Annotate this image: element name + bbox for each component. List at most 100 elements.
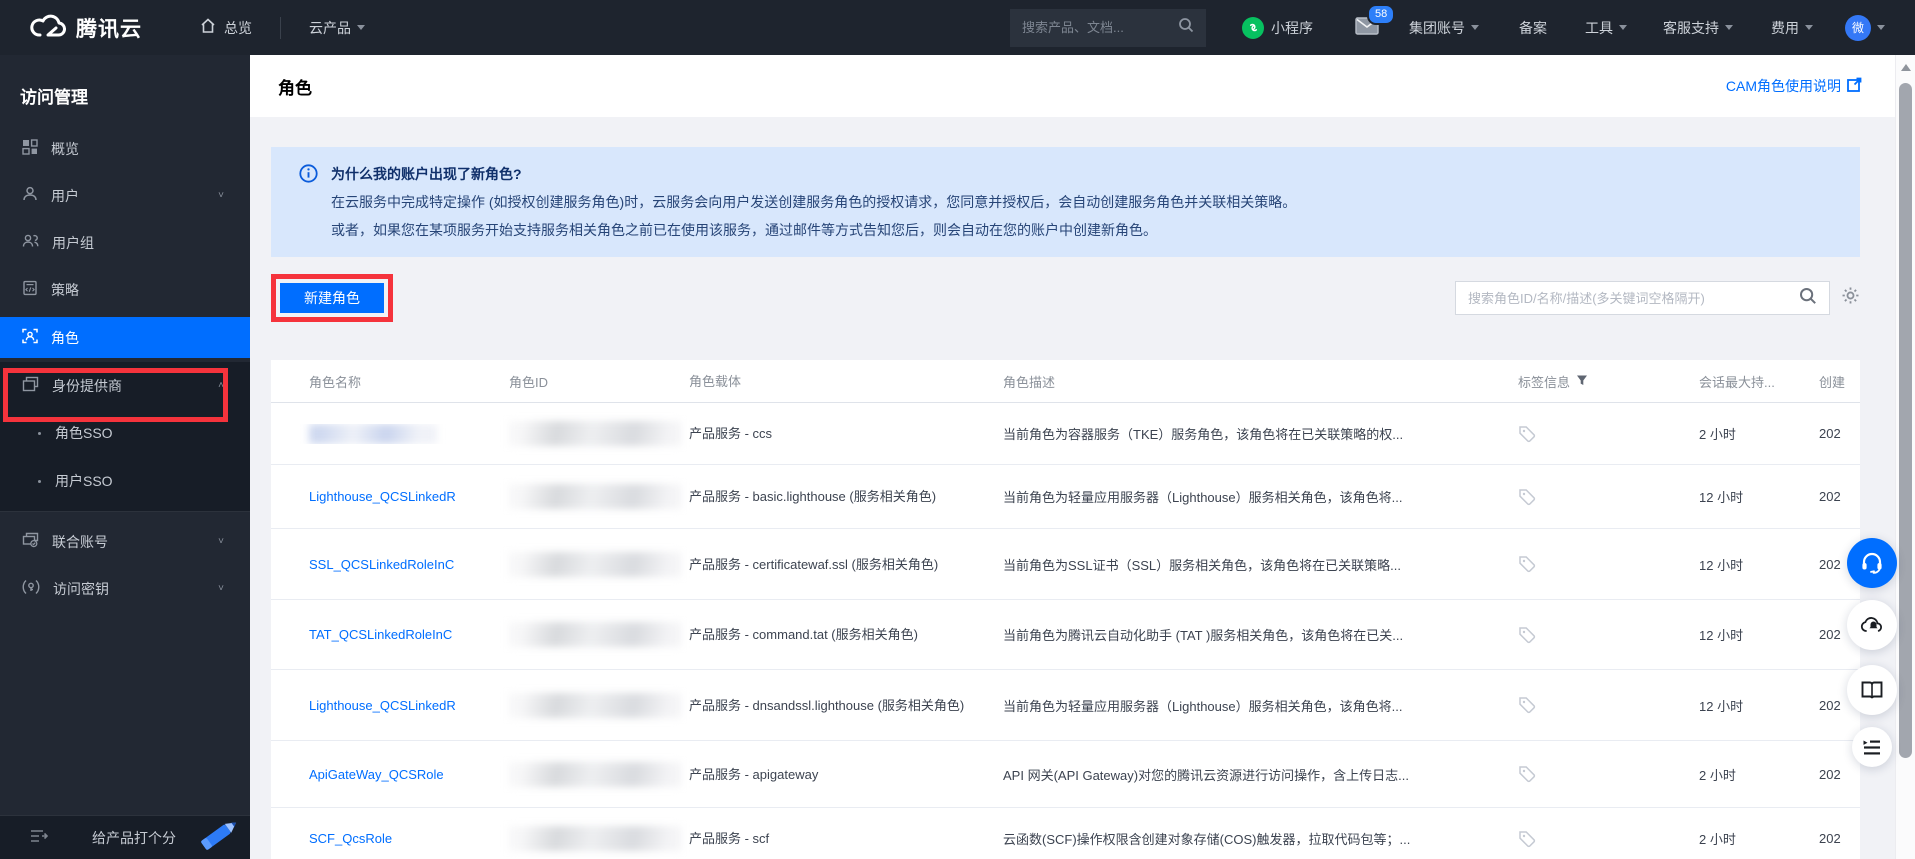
page-header: 角色 CAM角色使用说明 — [250, 55, 1895, 117]
cam-doc-link[interactable]: CAM角色使用说明 — [1726, 76, 1862, 96]
role-search-box[interactable] — [1455, 281, 1830, 315]
announcements-button[interactable] — [1847, 600, 1897, 650]
sidebar-item-users[interactable]: 用户 ˅ — [0, 172, 250, 219]
role-tags-cell[interactable] — [1518, 765, 1685, 783]
role-created-cell: 202 — [1819, 426, 1841, 441]
banner-title: 为什么我的账户出现了新角色? — [331, 166, 522, 182]
role-name-cell[interactable]: ApiGateWay_QCSRole — [271, 767, 509, 782]
role-name-cell[interactable] — [271, 423, 509, 444]
main-content: 为什么我的账户出现了新角色? 在云服务中完成特定操作 (如授权创建服务角色)时，… — [250, 117, 1895, 859]
role-id-cell — [509, 761, 689, 787]
sidebar-item-overview[interactable]: 概览 — [0, 125, 250, 172]
sidebar-item-user-groups[interactable]: 用户组 — [0, 219, 250, 266]
sidebar-item-access-keys[interactable]: 访问密钥 ˅ — [0, 565, 250, 612]
table-row: Lighthouse_QCSLinkedR 产品服务 - dnsandssl.l… — [271, 670, 1860, 741]
role-search-input[interactable] — [1468, 290, 1799, 306]
sidebar-item-label: 用户SSO — [55, 473, 113, 489]
scrollbar-thumb[interactable] — [1899, 83, 1912, 758]
nav-overview[interactable]: 总览 — [200, 18, 252, 38]
nav-group-account[interactable]: 集团账号 — [1409, 18, 1479, 38]
table-settings-gear-icon[interactable] — [1841, 286, 1860, 310]
nav-support-label: 客服支持 — [1663, 19, 1719, 36]
cloud-bell-icon — [1860, 617, 1882, 632]
sidebar-footer-rate[interactable]: 给产品打个分 — [0, 815, 250, 859]
pencil-illustration — [192, 814, 244, 859]
role-tags-cell[interactable] — [1518, 830, 1685, 848]
col-role-id: 角色ID — [509, 374, 549, 390]
role-carrier-cell: 产品服务 - dnsandssl.lighthouse (服务相关角色) — [689, 697, 965, 713]
customer-service-button[interactable] — [1847, 538, 1897, 588]
role-desc-cell: 当前角色为轻量应用服务器（Lighthouse）服务相关角色，该角色将... — [1003, 490, 1403, 505]
page-scrollbar[interactable] — [1895, 55, 1915, 859]
nav-messages[interactable]: 58 — [1355, 4, 1396, 38]
avatar[interactable]: 微 — [1845, 14, 1871, 41]
role-name-cell[interactable]: Lighthouse_QCSLinkedR — [271, 698, 509, 713]
sidebar-item-policies[interactable]: 策略 — [0, 266, 250, 313]
sidebar-item-role-sso[interactable]: 角色SSO — [0, 409, 250, 457]
search-icon[interactable] — [1799, 287, 1817, 310]
nav-support[interactable]: 客服支持 — [1663, 18, 1733, 38]
col-tags: 标签信息 — [1518, 372, 1685, 391]
info-banner: 为什么我的账户出现了新角色? 在云服务中完成特定操作 (如授权创建服务角色)时，… — [271, 147, 1860, 257]
role-tags-cell[interactable] — [1518, 626, 1685, 644]
role-name-link[interactable]: TAT_QCSLinkedRoleInC — [309, 627, 452, 642]
sidebar-item-label: 角色SSO — [55, 425, 113, 441]
brand-name: 腾讯云 — [76, 17, 142, 41]
sidebar-item-identity-provider[interactable]: 身份提供商 ˄ — [0, 362, 250, 409]
nav-divider — [280, 16, 281, 39]
tencent-cloud-logo[interactable]: 腾讯云 — [30, 12, 142, 43]
role-name-link[interactable]: SSL_QCSLinkedRoleInC — [309, 557, 454, 572]
nav-icp[interactable]: 备案 — [1519, 18, 1547, 38]
role-tags-cell[interactable] — [1518, 696, 1685, 714]
role-desc-cell: 当前角色为容器服务（TKE）服务角色，该角色将在已关联策略的权... — [1003, 427, 1404, 442]
chevron-down-icon — [357, 25, 365, 30]
nav-account[interactable]: 微 — [1845, 14, 1885, 41]
role-name-cell[interactable]: SSL_QCSLinkedRoleInC — [271, 557, 509, 572]
role-id-cell — [509, 622, 689, 647]
table-row: SCF_QcsRole 产品服务 - scf 云函数(SCF)操作权限含创建对象… — [271, 808, 1860, 859]
role-tags-cell[interactable] — [1518, 425, 1685, 443]
sidebar-item-user-sso[interactable]: 用户SSO — [0, 457, 250, 505]
federated-account-icon — [22, 532, 39, 551]
search-icon[interactable] — [1178, 17, 1194, 38]
nav-tools-label: 工具 — [1585, 19, 1613, 36]
role-name-link[interactable]: Lighthouse_QCSLinkedR — [309, 489, 456, 504]
chevron-down-icon — [1471, 25, 1479, 30]
sidebar-item-label: 概览 — [51, 140, 79, 157]
role-tags-cell[interactable] — [1518, 555, 1685, 573]
role-tags-cell[interactable] — [1518, 488, 1685, 506]
scrollbar-up-arrow[interactable] — [1900, 64, 1911, 71]
role-carrier-cell: 产品服务 - scf — [689, 831, 770, 846]
role-name-link[interactable]: SCF_QcsRole — [309, 831, 392, 846]
nav-billing[interactable]: 费用 — [1771, 18, 1813, 38]
documentation-button[interactable] — [1847, 665, 1897, 715]
quick-menu-button[interactable] — [1852, 727, 1892, 767]
nav-tools[interactable]: 工具 — [1585, 18, 1627, 38]
banner-line-2: 或者，如果您在某项服务开始支持服务相关角色之前已在使用该服务，通过邮件等方式告知… — [331, 222, 1157, 238]
role-name-link[interactable]: ApiGateWay_QCSRole — [309, 767, 444, 782]
sidebar-item-label: 角色 — [51, 329, 79, 346]
chevron-down-icon — [1805, 25, 1813, 30]
nav-cloud-products[interactable]: 云产品 — [309, 18, 365, 38]
create-role-button[interactable]: 新建角色 — [280, 283, 384, 313]
role-desc-cell: 当前角色为SSL证书（SSL）服务相关角色，该角色将在已关联策略... — [1003, 557, 1401, 573]
nav-overview-label: 总览 — [224, 19, 252, 36]
navbar-search-input[interactable] — [1022, 20, 1178, 35]
tag-icon — [1519, 766, 1536, 783]
message-count-badge: 58 — [1367, 4, 1396, 25]
sidebar-item-federated-account[interactable]: 联合账号 ˅ — [0, 518, 250, 565]
role-name-cell[interactable]: Lighthouse_QCSLinkedR — [271, 489, 509, 504]
filter-funnel-icon[interactable] — [1576, 374, 1588, 389]
table-row: Lighthouse_QCSLinkedR 产品服务 - basic.light… — [271, 465, 1860, 529]
navbar-search[interactable] — [1010, 8, 1206, 47]
sidebar-item-roles[interactable]: 角色 — [0, 317, 250, 358]
open-book-icon — [1861, 681, 1883, 699]
role-carrier-cell: 产品服务 - ccs — [689, 426, 773, 441]
role-name-cell[interactable]: SCF_QcsRole — [271, 831, 509, 846]
role-name-cell[interactable]: TAT_QCSLinkedRoleInC — [271, 627, 509, 642]
nav-mini-program[interactable]: 小程序 — [1242, 16, 1313, 39]
sidebar-item-label: 用户组 — [52, 234, 94, 251]
nav-billing-label: 费用 — [1771, 19, 1799, 36]
role-session-cell: 2 小时 — [1699, 427, 1736, 442]
role-name-link[interactable]: Lighthouse_QCSLinkedR — [309, 698, 456, 713]
